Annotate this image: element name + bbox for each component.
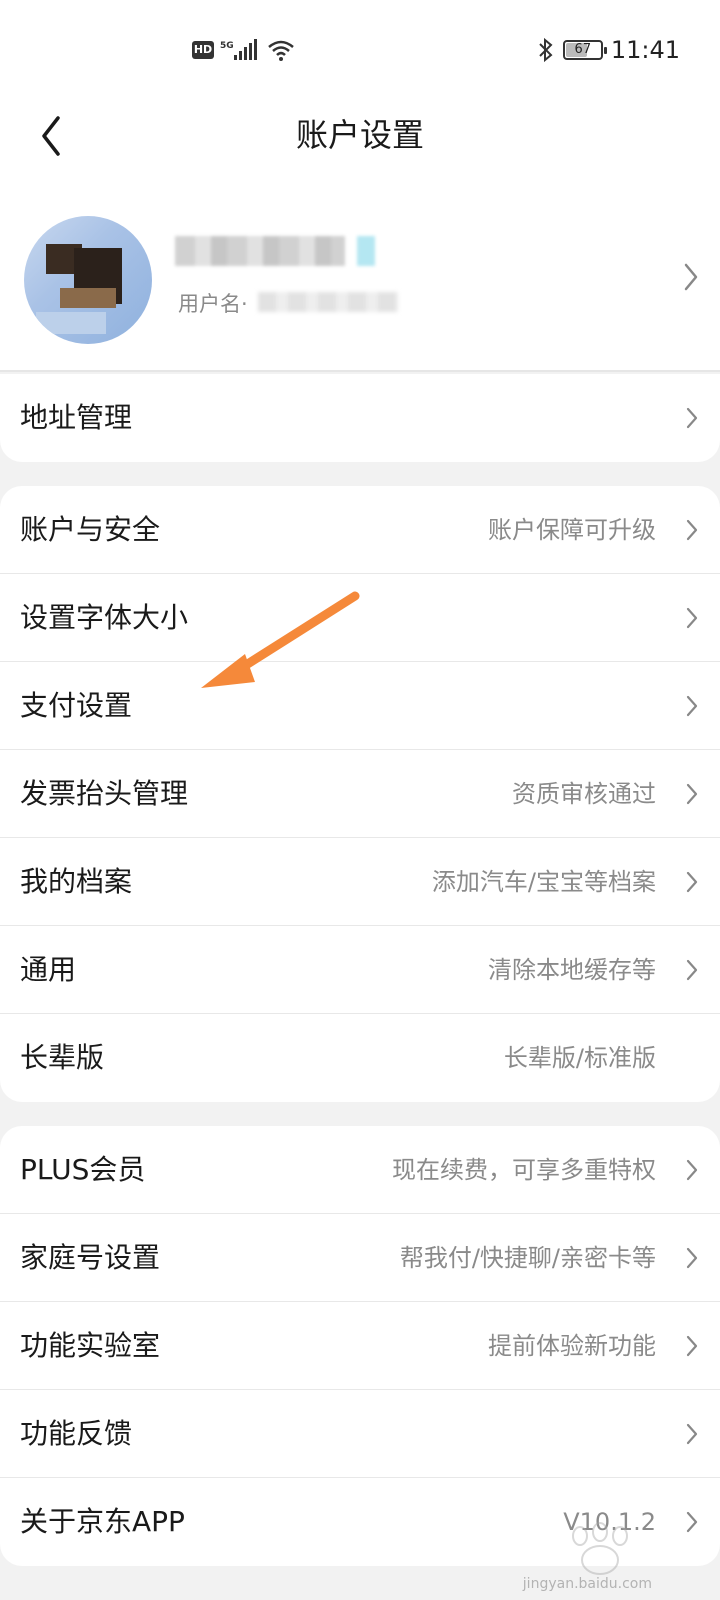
hd-icon: HD bbox=[192, 41, 214, 59]
row-value: 资质审核通过 bbox=[512, 780, 656, 808]
nav-bar: 账户设置 bbox=[0, 100, 720, 180]
row-label: 功能实验室 bbox=[20, 1329, 161, 1362]
baidu-paw-watermark-icon bbox=[572, 1522, 628, 1575]
watermark-text: jingyan.baidu.com bbox=[522, 1576, 652, 1592]
row-label: 通用 bbox=[20, 953, 77, 986]
row-label: PLUS会员 bbox=[20, 1153, 146, 1186]
row-value: 提前体验新功能 bbox=[488, 1332, 656, 1360]
row-invoice-title[interactable]: 发票抬头管理 资质审核通过 bbox=[0, 750, 720, 838]
status-bar: HD 5G 67 11:41 bbox=[0, 0, 720, 100]
status-left: HD 5G bbox=[192, 38, 296, 62]
row-elder-mode[interactable]: 长辈版 长辈版/标准版 bbox=[0, 1014, 720, 1102]
row-value: 账户保障可升级 bbox=[488, 516, 656, 544]
avatar[interactable] bbox=[24, 216, 152, 344]
row-feedback[interactable]: 功能反馈 bbox=[0, 1390, 720, 1478]
chevron-right-icon bbox=[686, 871, 698, 893]
row-value: 添加汽车/宝宝等档案 bbox=[431, 868, 656, 896]
chevron-right-icon bbox=[686, 1335, 698, 1357]
status-time: 11:41 bbox=[610, 36, 680, 64]
page-title: 账户设置 bbox=[295, 116, 424, 154]
row-value: 长辈版/标准版 bbox=[503, 1044, 656, 1072]
row-account-security[interactable]: 账户与安全 账户保障可升级 bbox=[0, 486, 720, 574]
wifi-icon bbox=[268, 40, 294, 61]
profile-card[interactable]: 用户名· bbox=[0, 180, 720, 372]
row-address[interactable]: 地址管理 bbox=[0, 374, 720, 462]
nickname-redacted bbox=[175, 236, 375, 266]
row-plus-member[interactable]: PLUS会员 现在续费，可享多重特权 bbox=[0, 1126, 720, 1214]
row-value: 清除本地缓存等 bbox=[488, 956, 656, 984]
row-value: 现在续费，可享多重特权 bbox=[392, 1156, 656, 1184]
chevron-right-icon bbox=[686, 407, 698, 429]
chevron-right-icon bbox=[686, 607, 698, 629]
row-label: 我的档案 bbox=[20, 865, 133, 898]
chevron-right-icon bbox=[686, 1511, 698, 1533]
status-right: 67 11:41 bbox=[537, 36, 680, 64]
row-my-profile[interactable]: 我的档案 添加汽车/宝宝等档案 bbox=[0, 838, 720, 926]
row-feature-lab[interactable]: 功能实验室 提前体验新功能 bbox=[0, 1302, 720, 1390]
section-account: 账户与安全 账户保障可升级 设置字体大小 支付设置 发票抬头管理 资质审核通过 … bbox=[0, 486, 720, 1102]
battery-level: 67 bbox=[574, 42, 592, 57]
section-address: 地址管理 bbox=[0, 374, 720, 462]
svg-text:5G: 5G bbox=[220, 41, 234, 51]
row-payment-settings[interactable]: 支付设置 bbox=[0, 662, 720, 750]
chevron-right-icon bbox=[686, 1423, 698, 1445]
row-label: 发票抬头管理 bbox=[20, 777, 189, 810]
row-label: 账户与安全 bbox=[20, 513, 161, 546]
row-label: 地址管理 bbox=[20, 401, 133, 434]
row-label: 设置字体大小 bbox=[20, 601, 189, 634]
row-label: 关于京东APP bbox=[20, 1505, 185, 1538]
section-more: PLUS会员 现在续费，可享多重特权 家庭号设置 帮我付/快捷聊/亲密卡等 功能… bbox=[0, 1126, 720, 1566]
chevron-right-icon bbox=[684, 263, 698, 291]
chevron-right-icon bbox=[686, 1159, 698, 1181]
row-font-size[interactable]: 设置字体大小 bbox=[0, 574, 720, 662]
battery-icon: 67 bbox=[562, 40, 607, 60]
bluetooth-icon bbox=[539, 37, 553, 63]
row-family-account[interactable]: 家庭号设置 帮我付/快捷聊/亲密卡等 bbox=[0, 1214, 720, 1302]
row-label: 功能反馈 bbox=[20, 1417, 133, 1450]
username-redacted bbox=[258, 292, 398, 312]
username-label: 用户名· bbox=[178, 292, 248, 316]
chevron-right-icon bbox=[686, 959, 698, 981]
chevron-right-icon bbox=[686, 695, 698, 717]
chevron-right-icon bbox=[686, 783, 698, 805]
chevron-right-icon bbox=[686, 1247, 698, 1269]
row-label: 支付设置 bbox=[20, 689, 133, 722]
row-label: 家庭号设置 bbox=[20, 1241, 161, 1274]
row-value: 帮我付/快捷聊/亲密卡等 bbox=[399, 1244, 656, 1272]
row-label: 长辈版 bbox=[20, 1041, 105, 1074]
signal-icon: 5G bbox=[220, 39, 257, 60]
row-general[interactable]: 通用 清除本地缓存等 bbox=[0, 926, 720, 1014]
chevron-right-icon bbox=[686, 519, 698, 541]
